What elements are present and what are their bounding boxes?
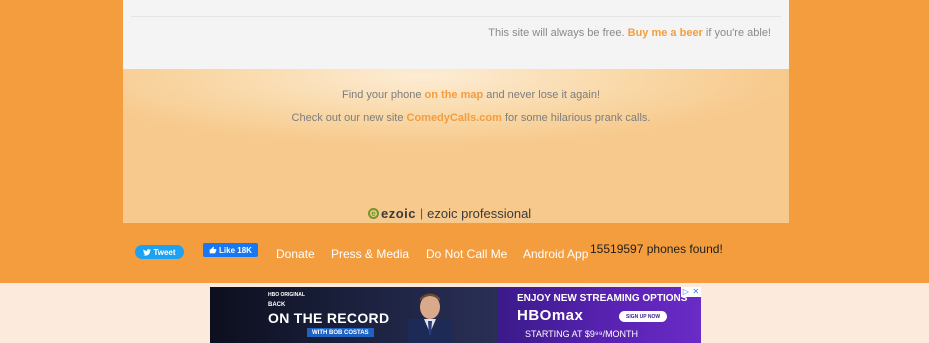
ezoic-logo-word: ezoic [381, 205, 417, 221]
like-label: Like 18K [219, 245, 252, 255]
top-card: This site will always be free. Buy me a … [123, 0, 789, 69]
ad-close-icon[interactable]: ✕ [693, 288, 700, 296]
ezoic-tag: ezoic professional [427, 205, 532, 221]
on-the-map-link[interactable]: on the map [425, 89, 484, 101]
facebook-like-button[interactable]: Like 18K [203, 243, 258, 257]
promo-panel: Find your phone on the map and never los… [123, 69, 789, 223]
ad-host-portrait-image [408, 293, 452, 343]
footer-bar: Tweet Like 18K Donate Press & Media Do N… [0, 223, 929, 283]
nav-press-media-link[interactable]: Press & Media [331, 247, 409, 261]
tweet-button[interactable]: Tweet [135, 245, 184, 259]
ad-host-tag: WITH BOB COSTAS [307, 328, 374, 337]
free-notice: This site will always be free. Buy me a … [488, 27, 771, 39]
nav-donate-link[interactable]: Donate [276, 247, 315, 261]
nav-android-app-link[interactable]: Android App [523, 247, 588, 261]
thumbs-up-icon [209, 246, 217, 254]
ad-left-panel[interactable]: HBO ORIGINAL BACK ON THE RECORD WITH BOB… [210, 287, 497, 343]
comedy-promo: Check out our new site ComedyCalls.com f… [123, 112, 789, 124]
ad-choices-icon[interactable]: ▷ [683, 288, 689, 296]
ad-headline: ENJOY NEW STREAMING OPTIONS [517, 293, 688, 304]
hbo-max-ad-banner[interactable]: HBO ORIGINAL BACK ON THE RECORD WITH BOB… [210, 287, 701, 343]
free-notice-suffix: if you're able! [705, 27, 771, 39]
phones-found-count: 15519597 phones found! [590, 242, 723, 256]
comedy-promo-text: Check out our new site [291, 112, 404, 124]
ad-hbomax-logo: HBOmax [517, 307, 584, 324]
buy-me-a-beer-link[interactable]: Buy me a beer [628, 27, 703, 39]
ad-kicker: BACK [268, 302, 286, 308]
ad-hbo-original-label: HBO ORIGINAL [268, 292, 305, 298]
map-promo: Find your phone on the map and never los… [123, 89, 789, 101]
nav-do-not-call-link[interactable]: Do Not Call Me [426, 247, 507, 261]
map-promo-suffix: and never lose it again! [486, 89, 601, 101]
ad-show-title: ON THE RECORD [268, 310, 390, 326]
ezoic-separator: | [420, 206, 424, 220]
comedycalls-link[interactable]: ComedyCalls.com [407, 112, 502, 124]
ezoic-badge[interactable]: e ezoic | ezoic professional [368, 205, 531, 221]
free-notice-text: This site will always be free. [488, 27, 625, 39]
divider [131, 16, 781, 17]
tweet-label: Tweet [153, 247, 176, 257]
comedy-promo-suffix: for some hilarious prank calls. [504, 112, 651, 124]
ad-choices-controls[interactable]: ▷ ✕ [681, 287, 701, 297]
map-promo-text: Find your phone [341, 89, 422, 101]
twitter-bird-icon [143, 248, 152, 256]
ezoic-logo-icon: e [368, 207, 379, 219]
ad-right-panel[interactable]: ENJOY NEW STREAMING OPTIONS HBOmax SIGN … [497, 287, 701, 343]
ad-price: STARTING AT $9⁹⁹/MONTH [525, 329, 639, 339]
ad-signup-button[interactable]: SIGN UP NOW [619, 311, 668, 322]
